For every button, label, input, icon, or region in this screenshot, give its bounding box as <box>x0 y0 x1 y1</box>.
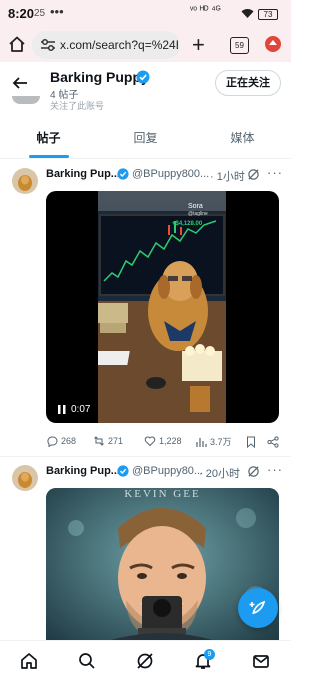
tab-posts[interactable]: 帖子 <box>0 118 97 158</box>
post-time[interactable]: · 20小时 <box>199 465 240 481</box>
profile-name: Barking Puppy <box>50 69 149 85</box>
tab-replies[interactable]: 回复 <box>97 118 194 158</box>
home-icon[interactable] <box>8 35 26 53</box>
messages-icon[interactable] <box>252 652 270 670</box>
battery-icon: 73 <box>258 9 278 20</box>
post-author[interactable]: Barking Pup... <box>46 168 120 180</box>
more-icon[interactable]: ··· <box>267 165 283 180</box>
video-ticker: +$4,128.00 <box>172 221 203 227</box>
reply-button[interactable]: 268 <box>46 435 76 447</box>
reply-icon <box>47 436 58 447</box>
like-count: 1,228 <box>159 436 182 446</box>
grok-icon[interactable] <box>136 652 154 670</box>
status-time: 8:20 <box>8 6 35 21</box>
post-handle[interactable]: @BPuppy800... <box>132 168 209 180</box>
header-avatar-peek <box>12 96 40 104</box>
views-button[interactable]: 3.7万 <box>195 435 232 448</box>
record-icon[interactable] <box>265 36 281 52</box>
address-bar[interactable]: x.com/search?q=%24B <box>32 31 180 59</box>
signal-icon: ᵛᵒ ᴴᴰ ⁴ᴳ <box>190 5 221 16</box>
post-count: 4 帖子 <box>50 90 79 101</box>
home-icon[interactable] <box>20 652 38 670</box>
status-bar: 8:20 25 ••• ᵛᵒ ᴴᴰ ⁴ᴳ 73 <box>0 0 291 28</box>
verified-badge-icon <box>117 465 129 477</box>
view-count: 3.7万 <box>210 437 232 447</box>
repost-icon <box>94 436 104 446</box>
tab-media[interactable]: 媒体 <box>194 118 291 158</box>
tab-label: 媒体 <box>230 131 255 145</box>
compose-post-button[interactable] <box>238 588 278 628</box>
post-time[interactable]: · 1小时 <box>210 168 245 184</box>
video-frame-image <box>98 191 226 423</box>
video-watermark-sub: @tagline <box>188 211 208 217</box>
notification-badge: 9 <box>204 649 215 660</box>
status-dots: ••• <box>50 4 64 19</box>
following-button[interactable]: 正在关注 <box>215 70 281 96</box>
more-icon[interactable]: ··· <box>267 462 283 477</box>
heart-icon <box>144 436 156 447</box>
image-caption: KEVIN GEE <box>124 488 201 500</box>
post[interactable]: Barking Pup... @BPuppy800... · 1小时 ··· S… <box>0 159 291 457</box>
grok-icon[interactable] <box>247 465 260 478</box>
tune-icon[interactable] <box>40 38 56 52</box>
post-handle[interactable]: @BPuppy80... <box>132 465 203 477</box>
tab-label: 帖子 <box>36 131 61 145</box>
grok-icon[interactable] <box>247 168 260 181</box>
video-duration: 0:07 <box>71 404 91 415</box>
bottom-navigation: 9 <box>0 640 291 681</box>
views-icon <box>196 437 207 447</box>
repost-button[interactable]: 271 <box>93 435 123 447</box>
post-author[interactable]: Barking Pup... <box>46 465 120 477</box>
status-mini-icon: 25 <box>34 8 46 19</box>
browser-toolbar: x.com/search?q=%24B + 59 <box>0 28 291 62</box>
video-watermark: Sora <box>188 203 203 210</box>
verified-badge-icon <box>117 168 129 180</box>
share-icon[interactable] <box>267 436 279 448</box>
url-text: x.com/search?q=%24B <box>60 38 178 52</box>
post-video[interactable]: Sora @tagline +$4,128.00 0:07 <box>46 191 279 423</box>
profile-tabs: 帖子 回复 媒体 <box>0 118 291 159</box>
repost-count: 271 <box>108 436 124 446</box>
back-arrow-icon[interactable] <box>12 75 28 91</box>
wifi-icon <box>241 9 254 18</box>
reply-count: 268 <box>61 436 77 446</box>
tabs-button[interactable]: 59 <box>230 37 249 54</box>
tab-label: 回复 <box>133 131 158 145</box>
search-icon[interactable] <box>78 652 96 670</box>
bookmark-icon[interactable] <box>246 436 256 448</box>
pause-icon[interactable] <box>58 405 66 414</box>
like-button[interactable]: 1,228 <box>144 435 182 447</box>
verified-badge-icon <box>136 70 150 84</box>
post-actions: 268 271 1,228 3.7万 <box>46 435 281 449</box>
plus-icon[interactable]: + <box>192 32 205 58</box>
avatar[interactable] <box>12 465 38 491</box>
active-tab-indicator <box>28 155 69 158</box>
avatar[interactable] <box>12 168 38 194</box>
feather-plus-icon <box>249 600 266 615</box>
profile-header: 关注了此账号 Barking Puppy 4 帖子 正在关注 <box>0 62 291 118</box>
